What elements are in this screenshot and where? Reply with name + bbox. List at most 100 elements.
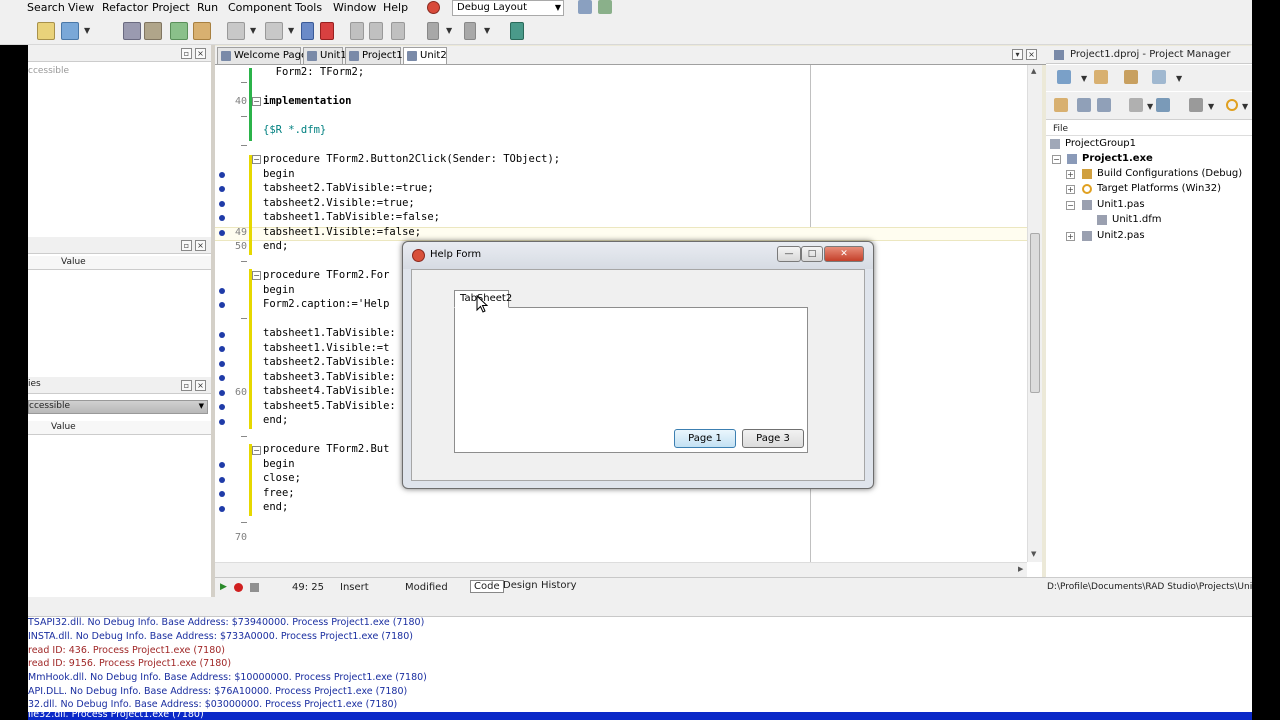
menu-search[interactable]: Search	[27, 1, 65, 14]
menu-help[interactable]: Help	[383, 1, 408, 14]
scrollbar-thumb[interactable]	[1030, 233, 1040, 393]
breakpoint-marker[interactable]	[219, 462, 225, 468]
scroll-right-icon[interactable]: ▶	[1018, 565, 1023, 573]
tools-icon[interactable]	[1189, 98, 1203, 112]
chevron-down-icon[interactable]: ▼	[446, 26, 452, 35]
tab-history[interactable]: History	[541, 580, 577, 591]
chevron-down-icon[interactable]: ▼	[1176, 74, 1182, 83]
breakpoint-marker[interactable]	[219, 477, 225, 483]
pin-icon[interactable]: ▫	[181, 240, 192, 251]
menu-window[interactable]: Window	[333, 1, 376, 14]
tree-item-unit2-pas[interactable]: Unit2.pas	[1097, 230, 1145, 241]
fold-toggle[interactable]: −	[252, 97, 261, 106]
list-icon[interactable]	[1129, 98, 1143, 112]
chevron-down-icon[interactable]: ▼	[84, 26, 90, 35]
maximize-button[interactable]: □	[801, 246, 823, 262]
breakpoint-marker[interactable]	[219, 201, 225, 207]
tree-item-unit1-pas[interactable]: Unit1.pas	[1097, 199, 1145, 210]
step-over-icon[interactable]	[369, 22, 383, 40]
minimize-button[interactable]: —	[777, 246, 801, 262]
close-icon[interactable]: ×	[1026, 49, 1037, 60]
add-project-icon[interactable]	[1124, 70, 1138, 84]
back-arrow-icon[interactable]	[427, 22, 439, 40]
tree-item-project1-exe[interactable]: Project1.exe	[1082, 153, 1153, 164]
close-icon[interactable]: ×	[195, 48, 206, 59]
set-layout-icon[interactable]	[598, 0, 612, 14]
help-form-title-bar[interactable]: Help Form — □ ✕	[403, 242, 873, 269]
close-icon[interactable]: ×	[195, 240, 206, 251]
stop-icon[interactable]	[320, 22, 334, 40]
component-icon[interactable]	[510, 22, 524, 40]
collapse-toggle[interactable]: −	[1052, 155, 1061, 164]
expand-toggle[interactable]: +	[1066, 170, 1075, 179]
tab-code[interactable]: Code	[470, 580, 504, 593]
save-layout-icon[interactable]	[578, 0, 592, 14]
menu-view[interactable]: View	[68, 1, 94, 14]
page-3-button[interactable]: Page 3	[742, 429, 804, 448]
chevron-down-icon[interactable]: ▼	[250, 26, 256, 35]
open-icon[interactable]	[61, 22, 79, 40]
record-icon[interactable]	[234, 583, 243, 592]
pin-icon[interactable]: ▫	[181, 380, 192, 391]
breakpoint-marker[interactable]	[219, 375, 225, 381]
breakpoint-marker[interactable]	[219, 390, 225, 396]
breakpoint-marker[interactable]	[219, 419, 225, 425]
breakpoint-marker[interactable]	[219, 491, 225, 497]
save-all-icon[interactable]	[144, 22, 162, 40]
fold-toggle[interactable]: −	[252, 271, 261, 280]
menu-run[interactable]: Run	[197, 1, 218, 14]
chevron-down-icon[interactable]: ▼	[1242, 102, 1248, 111]
tab-design[interactable]: Design	[503, 580, 538, 591]
run-without-debugging-icon[interactable]	[265, 22, 283, 40]
horizontal-scrollbar[interactable]: ▶	[215, 562, 1027, 577]
forward-arrow-icon[interactable]	[464, 22, 476, 40]
chevron-down-icon[interactable]: ▼	[1147, 102, 1153, 111]
new-project-icon[interactable]	[1094, 70, 1108, 84]
vertical-scrollbar[interactable]: ▲ ▼	[1027, 65, 1042, 562]
collapse-toggle[interactable]: −	[1066, 201, 1075, 210]
pin-icon[interactable]: ▫	[181, 48, 192, 59]
log-selected-row[interactable]: ile32.dll. Process Project1.exe (7180)	[28, 712, 1252, 720]
view-icon[interactable]	[1152, 70, 1166, 84]
play-icon[interactable]: ▶	[220, 582, 227, 592]
tree-item-build-configurations[interactable]: Build Configurations (Debug)	[1097, 168, 1242, 179]
expand-toggle[interactable]: +	[1066, 185, 1075, 194]
trace-into-icon[interactable]	[350, 22, 364, 40]
fold-toggle[interactable]: −	[252, 446, 261, 455]
help-form-window[interactable]: Help Form — □ ✕ TabSheet2 Page 1 Page 3	[402, 241, 874, 489]
chevron-down-icon[interactable]: ▼	[1208, 102, 1214, 111]
fold-toggle[interactable]: −	[252, 155, 261, 164]
help-globe-icon[interactable]	[427, 1, 440, 14]
breakpoint-marker[interactable]	[219, 506, 225, 512]
build-icon[interactable]	[1156, 98, 1170, 112]
save-icon[interactable]	[123, 22, 141, 40]
close-icon[interactable]: ×	[195, 380, 206, 391]
breakpoint-marker[interactable]	[219, 302, 225, 308]
tab-welcome-page[interactable]: Welcome Page	[217, 47, 307, 64]
menu-refactor[interactable]: Refactor	[102, 1, 148, 14]
run-icon[interactable]	[227, 22, 245, 40]
open-project-icon[interactable]	[170, 22, 188, 40]
breakpoint-marker[interactable]	[219, 288, 225, 294]
pause-icon[interactable]	[301, 22, 314, 40]
expand-icon[interactable]	[1077, 98, 1091, 112]
stop-record-icon[interactable]	[250, 583, 259, 592]
tab-project1[interactable]: Project1	[345, 47, 403, 64]
breakpoint-marker[interactable]	[219, 332, 225, 338]
scroll-up-icon[interactable]: ▲	[1031, 67, 1036, 75]
scroll-down-icon[interactable]: ▼	[1031, 550, 1036, 558]
menu-component[interactable]: Component	[228, 1, 292, 14]
add-to-project-icon[interactable]	[193, 22, 211, 40]
chevron-down-icon[interactable]: ▼	[484, 26, 490, 35]
tree-item-target-platforms[interactable]: Target Platforms (Win32)	[1097, 183, 1221, 194]
collapse-icon[interactable]	[1097, 98, 1111, 112]
run-to-cursor-icon[interactable]	[391, 22, 405, 40]
tab-unit2[interactable]: Unit2	[403, 47, 447, 64]
chevron-down-icon[interactable]: ▼	[1081, 74, 1087, 83]
page-1-button[interactable]: Page 1	[674, 429, 736, 448]
tab-list-icon[interactable]: ▾	[1012, 49, 1023, 60]
activate-icon[interactable]	[1057, 70, 1071, 84]
tab-unit1[interactable]: Unit1	[303, 47, 347, 64]
close-button[interactable]: ✕	[824, 246, 864, 262]
object-selector[interactable]: ccessible ▼	[28, 400, 208, 414]
